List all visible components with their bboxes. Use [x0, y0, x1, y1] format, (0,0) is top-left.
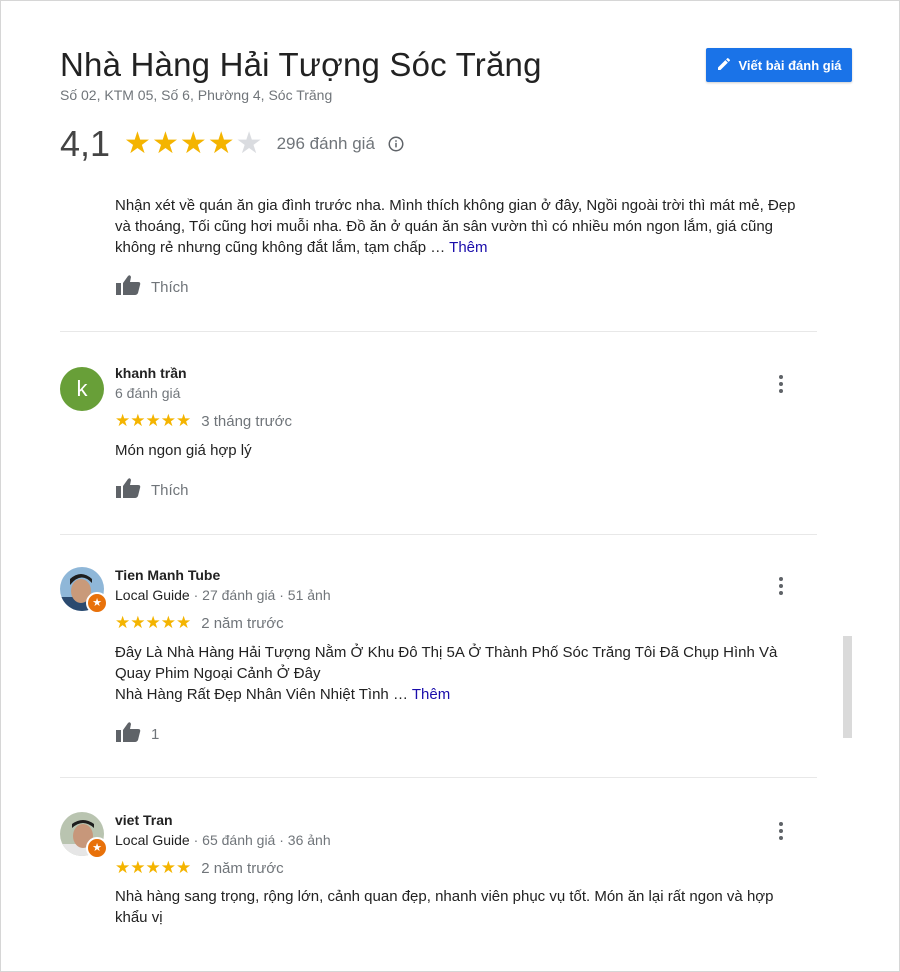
local-guide-badge-icon: ★: [86, 837, 108, 859]
more-link[interactable]: Thêm: [449, 239, 487, 256]
place-title: Nhà Hàng Hải Tượng Sóc Trăng: [60, 46, 542, 83]
more-vert-icon[interactable]: [772, 373, 790, 395]
star-icon: ★: [151, 127, 179, 160]
scrollbar[interactable]: [843, 636, 852, 738]
review-text-line: Nhận xét về quán ăn gia đình trước nha. …: [115, 197, 796, 214]
review-rating: ★★★★★ 2 năm trước: [115, 613, 284, 633]
review-rating: ★★★★★ 3 tháng trước: [115, 411, 292, 431]
avatar[interactable]: k: [60, 367, 104, 411]
pencil-icon: [716, 56, 732, 75]
like-button[interactable]: Thích: [115, 477, 189, 503]
star-empty-icon: ★: [235, 127, 263, 160]
more-vert-icon[interactable]: [772, 575, 790, 597]
review-stars: ★★★★★: [115, 613, 192, 632]
like-button[interactable]: Thích: [115, 274, 189, 300]
review-text-line: không rẻ nhưng cũng không đắt lắm, tạm c…: [115, 239, 488, 256]
review-stars: ★★★★★: [115, 858, 192, 877]
thumbs-up-icon: [115, 721, 141, 747]
review-time: 2 năm trước: [201, 614, 284, 632]
place-address: Số 02, KTM 05, Số 6, Phường 4, Sóc Trăng: [60, 87, 333, 103]
more-vert-icon[interactable]: [772, 820, 790, 842]
info-icon[interactable]: [387, 135, 405, 153]
star-icon: ★: [179, 127, 207, 160]
review-time: 3 tháng trước: [201, 412, 292, 430]
reviewer-name[interactable]: Tien Manh Tube: [115, 567, 220, 583]
review-text: Nhà hàng sang trọng, rộng lớn, cảnh quan…: [115, 886, 815, 928]
avatar[interactable]: ★: [60, 812, 108, 859]
review-rating: ★★★★★ 2 năm trước: [115, 858, 284, 878]
divider: [60, 534, 817, 535]
avatar[interactable]: ★: [60, 567, 108, 614]
review-text-line: Nhà hàng sang trọng, rộng lớn, cảnh quan…: [115, 888, 774, 905]
review-text: Nhận xét về quán ăn gia đình trước nha. …: [115, 195, 815, 258]
divider: [60, 777, 817, 778]
like-count: 1: [151, 725, 160, 743]
reviewer-name[interactable]: viet Tran: [115, 812, 173, 828]
reviewer-meta: 6 đánh giá: [115, 385, 181, 401]
write-review-label: Viết bài đánh giá: [738, 57, 842, 73]
reviewer-meta: Local Guide · 27 đánh giá · 51 ảnh: [115, 587, 331, 603]
average-rating: 4,1: [60, 123, 111, 164]
reviewer-name[interactable]: khanh trần: [115, 365, 187, 381]
local-guide-label: Local Guide: [115, 832, 190, 848]
write-review-button[interactable]: Viết bài đánh giá: [706, 48, 852, 82]
rating-stars: ★ ★ ★ ★ ★: [124, 129, 263, 159]
review-time: 2 năm trước: [201, 859, 284, 877]
review-text-line: Món ngon giá hợp lý: [115, 442, 252, 459]
review-stars: ★★★★★: [115, 411, 192, 430]
review-text-line: và thoáng, Tối cũng hơi muỗi nha. Đồ ăn …: [115, 218, 774, 235]
review-text-line: Quay Phim Ngoại Cảnh Ở Đây: [115, 665, 321, 682]
local-guide-badge-icon: ★: [86, 592, 108, 614]
divider: [60, 331, 817, 332]
star-icon: ★: [207, 127, 235, 160]
review-text: Món ngon giá hợp lý: [115, 440, 815, 461]
review-text-line: Nhà Hàng Rất Đẹp Nhân Viên Nhiệt Tình … …: [115, 686, 451, 703]
review-count[interactable]: 296 đánh giá: [277, 134, 375, 154]
like-button[interactable]: 1: [115, 721, 159, 747]
rating-summary: 4,1 ★ ★ ★ ★ ★ 296 đánh giá: [60, 122, 405, 166]
review-text-line: Đây Là Nhà Hàng Hải Tượng Nằm Ở Khu Đô T…: [115, 644, 778, 661]
thumbs-up-icon: [115, 477, 141, 503]
like-label: Thích: [151, 481, 189, 499]
review-text: Đây Là Nhà Hàng Hải Tượng Nằm Ở Khu Đô T…: [115, 642, 815, 705]
reviewer-meta: Local Guide · 65 đánh giá · 36 ảnh: [115, 832, 331, 848]
like-label: Thích: [151, 278, 189, 296]
local-guide-label: Local Guide: [115, 587, 190, 603]
star-icon: ★: [124, 127, 151, 160]
review-text-line: khẩu vị: [115, 909, 163, 926]
thumbs-up-icon: [115, 274, 141, 300]
more-link[interactable]: Thêm: [412, 686, 450, 703]
